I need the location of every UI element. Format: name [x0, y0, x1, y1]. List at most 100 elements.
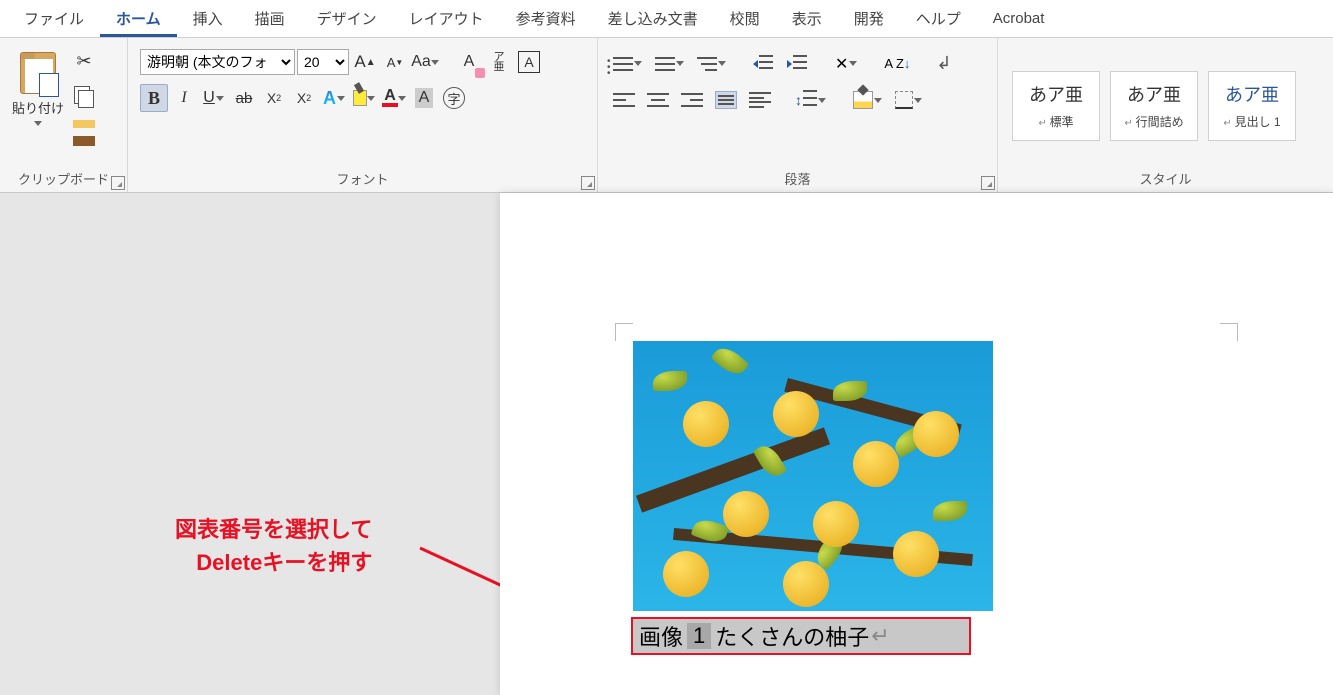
sort-button[interactable]: A Z — [881, 55, 913, 72]
highlight-icon — [353, 90, 367, 106]
chevron-down-icon — [398, 96, 406, 101]
caption-field[interactable]: 画像 1 たくさんの柚子 ↵ — [631, 617, 971, 655]
enclose-circle-button[interactable]: 字 — [440, 84, 468, 112]
shrink-font-button[interactable]: A▼ — [381, 48, 409, 76]
style-heading1[interactable]: あア亜 見出し 1 — [1208, 71, 1296, 141]
increase-indent-button[interactable] — [784, 52, 812, 76]
char-shading-button[interactable]: A — [410, 84, 438, 112]
menu-view[interactable]: 表示 — [776, 0, 838, 37]
group-paragraph: ✕ A Z ↲ 段落 — [598, 38, 998, 192]
bold-button[interactable]: B — [140, 84, 168, 112]
caption-description: たくさんの柚子 — [715, 620, 869, 652]
group-label-clipboard: クリップボード — [8, 167, 119, 188]
superscript-button[interactable]: X2 — [290, 84, 318, 112]
align-center-icon — [647, 91, 669, 109]
highlight-button[interactable] — [350, 84, 378, 112]
align-justify-button[interactable] — [712, 88, 740, 112]
menu-draw[interactable]: 描画 — [239, 0, 301, 37]
strike-button[interactable]: ab — [230, 84, 258, 112]
group-label-font: フォント — [136, 167, 589, 188]
menu-review[interactable]: 校閲 — [714, 0, 776, 37]
dialog-launcher-font[interactable] — [581, 176, 595, 190]
menu-layout[interactable]: レイアウト — [393, 0, 500, 37]
sort-icon: A Z — [884, 58, 910, 69]
dialog-launcher-clipboard[interactable] — [111, 176, 125, 190]
bullets-button[interactable] — [610, 52, 646, 76]
chevron-down-icon — [215, 96, 225, 101]
align-center-button[interactable] — [644, 88, 672, 112]
align-left-icon — [613, 91, 635, 109]
cut-button[interactable]: ✂ — [73, 48, 94, 75]
text-direction-button[interactable]: ✕ — [832, 51, 861, 77]
align-right-button[interactable] — [678, 88, 706, 112]
menu-developer[interactable]: 開発 — [838, 0, 900, 37]
menu-home[interactable]: ホーム — [100, 0, 177, 37]
text-effects-button[interactable]: A — [320, 84, 348, 112]
inserted-image[interactable] — [633, 341, 993, 611]
bullets-icon — [613, 55, 633, 73]
group-font: 游明朝 (本文のフォ 20 A▲ A▼ Aa A ア亜 A B I U ab X… — [128, 38, 598, 192]
chevron-down-icon — [431, 60, 439, 65]
document-page[interactable]: 画像 1 たくさんの柚子 ↵ — [500, 193, 1333, 695]
menu-acrobat[interactable]: Acrobat — [977, 2, 1061, 35]
margin-corner — [615, 323, 633, 341]
shading-button[interactable] — [850, 88, 886, 112]
paste-button[interactable]: 貼り付け — [8, 44, 68, 134]
paste-label: 貼り付け — [12, 98, 64, 117]
shading-icon — [853, 91, 873, 109]
style-nospacing[interactable]: あア亜 行間詰め — [1110, 71, 1198, 141]
font-size-select[interactable]: 20 — [297, 49, 349, 75]
menu-bar: ファイル ホーム 挿入 描画 デザイン レイアウト 参考資料 差し込み文書 校閲… — [0, 0, 1333, 38]
style-name: 標準 — [1038, 113, 1073, 130]
font-name-select[interactable]: 游明朝 (本文のフォ — [140, 49, 295, 75]
enclose-char-button[interactable]: A — [515, 48, 543, 76]
copy-icon — [74, 86, 94, 106]
annotation-line2: Deleteキーを押す — [196, 550, 372, 575]
show-marks-button[interactable]: ↲ — [933, 50, 954, 77]
subscript-button[interactable]: X2 — [260, 84, 288, 112]
menu-help[interactable]: ヘルプ — [900, 0, 977, 37]
ruby-icon: ア亜 — [494, 52, 505, 72]
align-right-icon — [681, 91, 703, 109]
clear-format-button[interactable]: A — [455, 48, 483, 76]
change-case-button[interactable]: Aa — [411, 48, 439, 76]
multilevel-button[interactable] — [694, 52, 730, 76]
align-justify-icon — [715, 91, 737, 109]
dialog-launcher-paragraph[interactable] — [981, 176, 995, 190]
chevron-down-icon — [33, 121, 43, 126]
grow-font-button[interactable]: A▲ — [351, 48, 379, 76]
menu-references[interactable]: 参考資料 — [500, 0, 592, 37]
align-distribute-icon — [749, 91, 771, 109]
decrease-indent-button[interactable] — [750, 52, 778, 76]
copy-button[interactable] — [71, 83, 97, 109]
underline-button[interactable]: U — [200, 84, 228, 112]
borders-button[interactable] — [892, 88, 926, 112]
group-label-paragraph: 段落 — [606, 167, 989, 188]
group-styles: あア亜 標準 あア亜 行間詰め あア亜 見出し 1 スタイル — [998, 38, 1333, 192]
group-clipboard: 貼り付け ✂ クリップボード — [0, 38, 128, 192]
style-preview: あア亜 — [1225, 81, 1279, 107]
menu-mailings[interactable]: 差し込み文書 — [592, 0, 714, 37]
menu-design[interactable]: デザイン — [301, 0, 393, 37]
scissors-icon: ✂ — [76, 51, 91, 72]
numbering-button[interactable] — [652, 52, 688, 76]
ribbon: 貼り付け ✂ クリップボード 游明朝 (本文のフォ 20 A▲ A▼ Aa A … — [0, 38, 1333, 193]
phonetic-guide-button[interactable]: ア亜 — [485, 48, 513, 76]
align-distribute-button[interactable] — [746, 88, 774, 112]
style-normal[interactable]: あア亜 標準 — [1012, 71, 1100, 141]
align-left-button[interactable] — [610, 88, 638, 112]
border-icon — [895, 91, 913, 109]
font-color-button[interactable]: A — [380, 84, 408, 112]
numbering-icon — [655, 55, 675, 73]
italic-button[interactable]: I — [170, 84, 198, 112]
margin-corner — [1220, 323, 1238, 341]
circle-icon: 字 — [443, 87, 465, 109]
menu-insert[interactable]: 挿入 — [177, 0, 239, 37]
line-spacing-button[interactable] — [794, 87, 830, 113]
group-label-styles: スタイル — [1006, 167, 1325, 188]
indent-right-icon — [787, 55, 809, 73]
menu-file[interactable]: ファイル — [8, 0, 100, 37]
format-painter-button[interactable] — [70, 117, 98, 149]
texteffect-icon: A — [323, 88, 336, 109]
caption-number: 1 — [687, 623, 711, 649]
